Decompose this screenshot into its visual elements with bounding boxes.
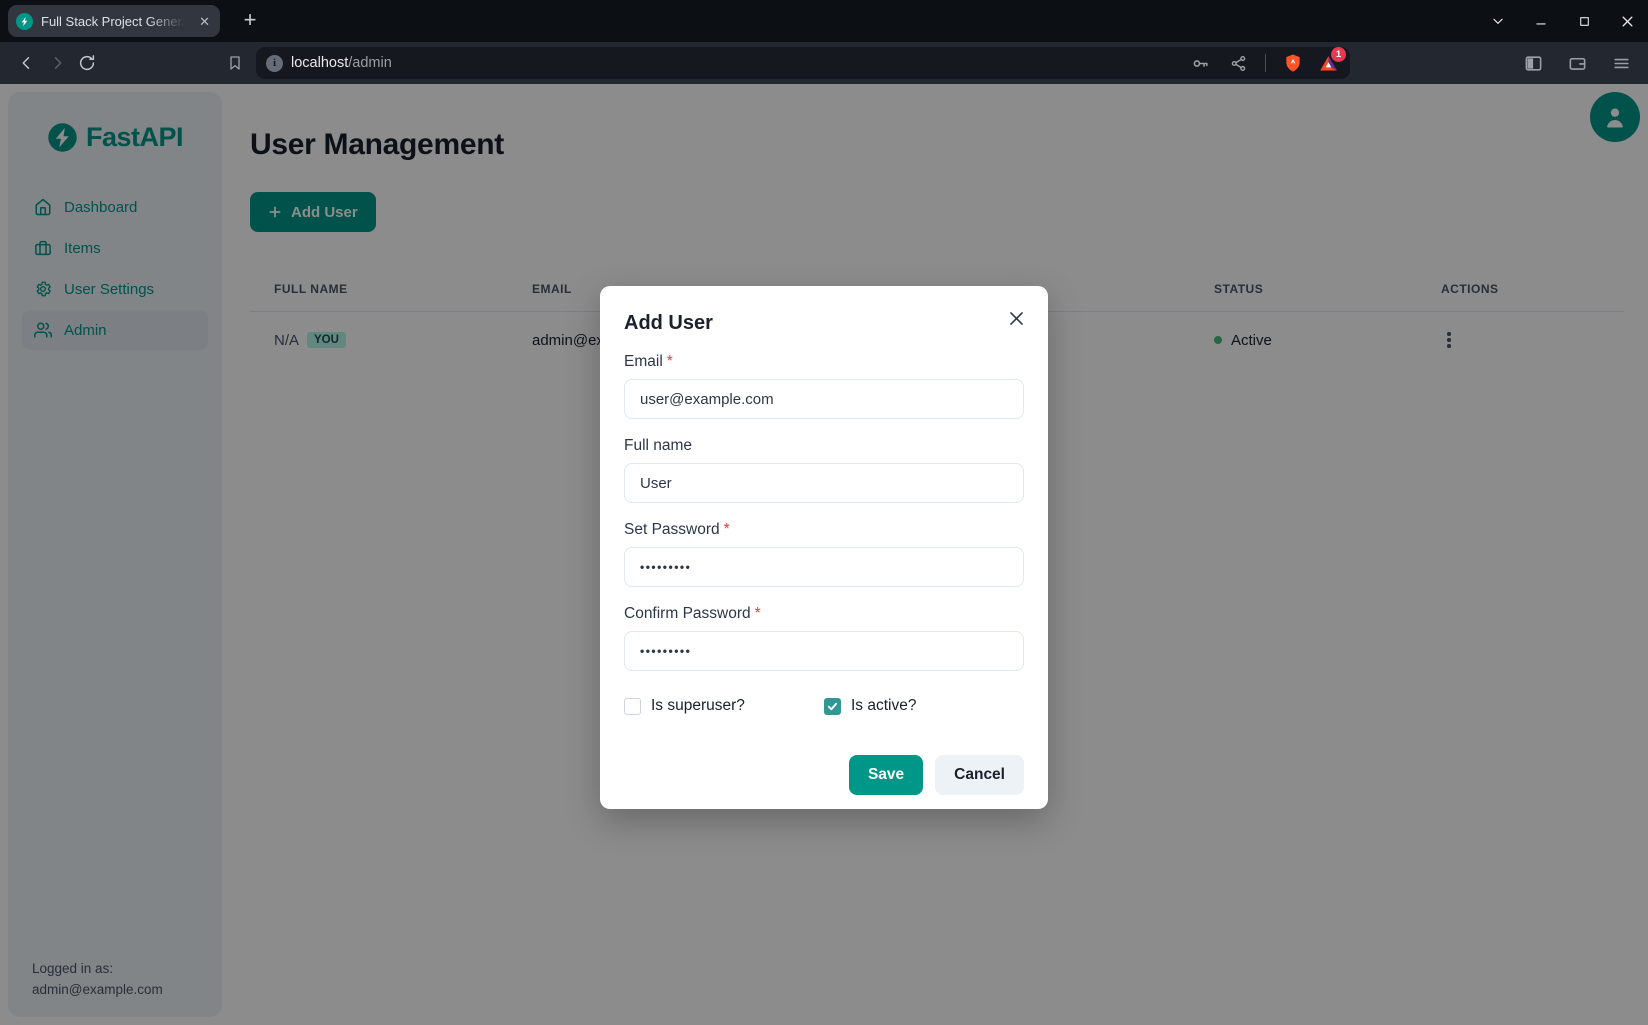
close-icon	[1007, 309, 1026, 328]
cancel-button[interactable]: Cancel	[935, 755, 1024, 795]
tab-close-icon[interactable]: ✕	[197, 13, 212, 30]
required-marker: *	[667, 353, 673, 370]
modal-title: Add User	[624, 312, 1024, 335]
confirm-password-field[interactable]	[624, 631, 1024, 671]
checkbox-checked-icon[interactable]	[824, 698, 841, 715]
reload-button[interactable]	[72, 48, 102, 78]
url-text: localhost/admin	[291, 55, 392, 71]
bookmark-icon[interactable]	[220, 48, 250, 78]
confirm-password-label: Confirm Password*	[624, 605, 761, 622]
full-name-field-group: Full name	[624, 437, 1024, 503]
fastapi-favicon-icon	[16, 13, 33, 30]
site-info-icon[interactable]: i	[266, 55, 283, 72]
full-name-field[interactable]	[624, 463, 1024, 503]
saved-passwords-key-icon[interactable]	[1185, 48, 1215, 78]
new-tab-button[interactable]: +	[234, 4, 266, 36]
email-field[interactable]	[624, 379, 1024, 419]
is-active-checkbox[interactable]: Is active?	[824, 697, 1024, 715]
url-bar[interactable]: i localhost/admin 1	[256, 47, 1350, 79]
window-maximize-button[interactable]	[1573, 10, 1595, 32]
set-password-field[interactable]	[624, 547, 1024, 587]
checkbox-row: Is superuser? Is active?	[624, 697, 1024, 715]
required-marker: *	[755, 605, 761, 622]
required-marker: *	[724, 521, 730, 538]
set-password-label: Set Password*	[624, 521, 730, 538]
check-icon	[827, 701, 838, 712]
toolbar-divider	[1265, 54, 1266, 72]
email-field-group: Email*	[624, 353, 1024, 419]
back-button[interactable]	[12, 48, 42, 78]
is-superuser-label: Is superuser?	[651, 697, 745, 715]
modal-footer: Save Cancel	[624, 755, 1024, 795]
browser-tab[interactable]: Full Stack Project Genera ✕	[8, 5, 220, 37]
menu-hamburger-icon[interactable]	[1606, 48, 1636, 78]
browser-titlebar: Full Stack Project Genera ✕ +	[0, 0, 1648, 42]
rewards-badge: 1	[1331, 47, 1346, 62]
checkbox-unchecked-icon[interactable]	[624, 698, 641, 715]
full-name-label: Full name	[624, 437, 692, 454]
window-close-button[interactable]	[1616, 10, 1638, 32]
tab-title: Full Stack Project Genera	[41, 14, 189, 29]
save-button[interactable]: Save	[849, 755, 923, 795]
share-icon[interactable]	[1223, 48, 1253, 78]
add-user-modal: Add User Email* Full name Set Password* …	[600, 286, 1048, 809]
wallet-icon[interactable]	[1562, 48, 1592, 78]
tab-search-chevron-icon[interactable]	[1487, 10, 1509, 32]
modal-close-button[interactable]	[1000, 302, 1032, 334]
window-minimize-button[interactable]	[1530, 10, 1552, 32]
confirm-password-field-group: Confirm Password*	[624, 605, 1024, 671]
is-active-label: Is active?	[851, 697, 916, 715]
is-superuser-checkbox[interactable]: Is superuser?	[624, 697, 824, 715]
sidebar-panel-icon[interactable]	[1518, 48, 1548, 78]
page-viewport: FastAPI Dashboard Items User Settings Ad…	[0, 84, 1648, 1025]
email-label: Email*	[624, 353, 673, 370]
set-password-field-group: Set Password*	[624, 521, 1024, 587]
brave-rewards-icon[interactable]: 1	[1316, 51, 1340, 75]
browser-toolbar: i localhost/admin 1	[0, 42, 1648, 84]
forward-button[interactable]	[42, 48, 72, 78]
brave-shields-icon[interactable]	[1278, 48, 1308, 78]
